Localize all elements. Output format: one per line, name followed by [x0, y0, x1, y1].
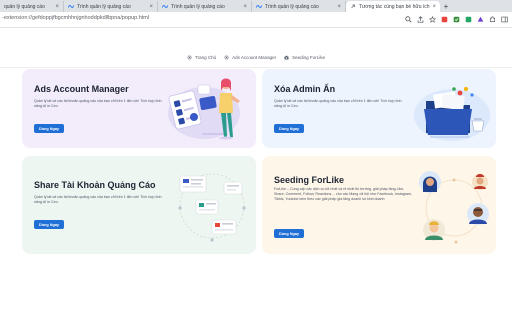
tab-title: Trình quản lý quảng cáo: [77, 3, 131, 10]
use-now-button[interactable]: Dùng Ngay: [274, 229, 305, 238]
nav-ads-label: Ads Account Manager: [232, 54, 277, 60]
extension-purple-icon[interactable]: [476, 15, 484, 23]
card-remove-hidden-admin: Xóa Admin Ẩn Quản lý tất cả các tài khoả…: [262, 69, 496, 148]
use-now-button[interactable]: Dùng Ngay: [274, 124, 305, 133]
close-icon[interactable]: ×: [243, 4, 247, 10]
use-now-button[interactable]: Dùng Ngay: [34, 220, 65, 229]
card-title: Share Tài Khoản Quảng Cáo: [34, 180, 156, 190]
card-description: Quản lý tất cả các tài khoản quảng cáo c…: [34, 99, 162, 109]
account-manager-illustration-icon: [168, 78, 240, 140]
extension-red-icon[interactable]: [440, 15, 448, 23]
browser-tab[interactable]: Trình quản lý quảng cáo ×: [252, 1, 346, 12]
browser-tab-strip: quản lý quảng cáo × Trình quản lý quảng …: [0, 0, 512, 12]
browser-tab[interactable]: Trình quản lý quảng cáo ×: [158, 1, 252, 12]
share-network-illustration-icon: [178, 173, 246, 242]
card-title: Seeding ForLike: [274, 175, 345, 185]
card-description: Quản lý tất cả các tài khoản quảng cáo c…: [274, 99, 402, 109]
nav-divider: [0, 67, 512, 68]
nav-item-seeding[interactable]: Seeding ForLike: [284, 55, 325, 60]
card-seeding-forlike: Seeding ForLike ForLike – Cung cấp các d…: [262, 156, 496, 254]
use-now-button[interactable]: Dùng Ngay: [34, 124, 65, 133]
tab-title: Trình quản lý quảng cáo: [171, 3, 225, 10]
card-title: Ads Account Manager: [34, 84, 129, 94]
tab-title: quản lý quảng cáo: [4, 3, 45, 10]
extensions-puzzle-icon[interactable]: [488, 15, 496, 23]
share-icon[interactable]: [416, 15, 424, 23]
nav-item-ads[interactable]: Ads Account Manager: [224, 55, 276, 60]
bookmark-star-icon[interactable]: [428, 15, 436, 23]
card-description: ForLike – Cung cấp các dịch vụ tốt nhất …: [274, 187, 413, 202]
zoom-icon[interactable]: [404, 15, 412, 23]
address-bar-row: -extension://gefdoppjfbgcmhhnjgnhoddpkdl…: [0, 12, 512, 28]
extension-check-icon[interactable]: [452, 15, 460, 23]
link-icon: [350, 4, 356, 9]
new-tab-plus-icon[interactable]: +: [440, 1, 452, 12]
card-share-ad-account: Share Tài Khoản Quảng Cáo Quản lý tất cả…: [22, 156, 256, 254]
browser-tab[interactable]: Trình quản lý quảng cáo ×: [64, 1, 158, 12]
close-icon[interactable]: ×: [55, 4, 59, 10]
tab-title: Trình quản lý quảng cáo: [265, 3, 319, 10]
app-nav: Trang Chủ Ads Account Manager Seeding Fo…: [0, 50, 512, 64]
camera-icon: [284, 55, 289, 59]
card-title: Xóa Admin Ẩn: [274, 84, 336, 94]
close-icon[interactable]: ×: [337, 4, 341, 10]
close-icon[interactable]: ×: [432, 4, 436, 10]
gear-icon: [224, 54, 229, 60]
meta-icon: [256, 4, 262, 9]
nav-home-label: Trang Chủ: [195, 54, 217, 60]
close-icon[interactable]: ×: [149, 4, 153, 10]
address-bar-url[interactable]: -extension://gefdoppjfbgcmhhnjgnhoddpkdl…: [2, 15, 149, 21]
community-avatars-illustration-icon: [419, 171, 489, 244]
browser-tab-active[interactable]: Tương tác cùng bạn bè hữu ích ×: [346, 1, 440, 12]
toolbar-icons: [404, 15, 508, 23]
card-ads-account-manager: Ads Account Manager Quản lý tất cả các t…: [22, 69, 256, 148]
folder-illustration-icon: [414, 87, 490, 141]
browser-tab[interactable]: quản lý quảng cáo ×: [0, 1, 64, 12]
gear-icon: [187, 54, 192, 60]
nav-seeding-label: Seeding ForLike: [292, 54, 325, 60]
meta-icon: [162, 4, 168, 9]
extension-green-icon[interactable]: [464, 15, 472, 23]
tab-title: Tương tác cùng bạn bè hữu ích: [359, 3, 430, 10]
sidebar-icon[interactable]: [500, 15, 508, 23]
window-controls: [472, 0, 512, 12]
card-description: Quản lý tất cả các tài khoản quảng cáo c…: [34, 195, 162, 205]
nav-item-home[interactable]: Trang Chủ: [187, 55, 216, 60]
meta-icon: [68, 4, 74, 9]
